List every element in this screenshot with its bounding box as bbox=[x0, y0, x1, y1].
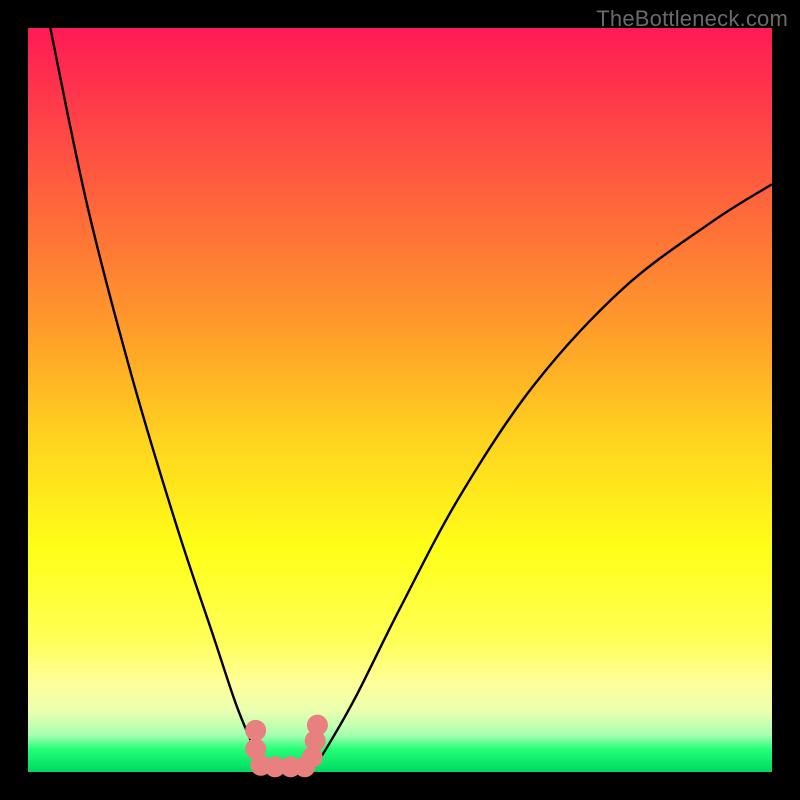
plot-area bbox=[28, 28, 772, 772]
curve-left-branch bbox=[50, 28, 266, 772]
chart-svg bbox=[28, 28, 772, 772]
chart-frame: TheBottleneck.com bbox=[0, 0, 800, 800]
valley-markers bbox=[245, 715, 328, 778]
valley-marker bbox=[307, 715, 328, 736]
valley-marker bbox=[245, 720, 266, 741]
curve-right-branch bbox=[311, 184, 772, 772]
